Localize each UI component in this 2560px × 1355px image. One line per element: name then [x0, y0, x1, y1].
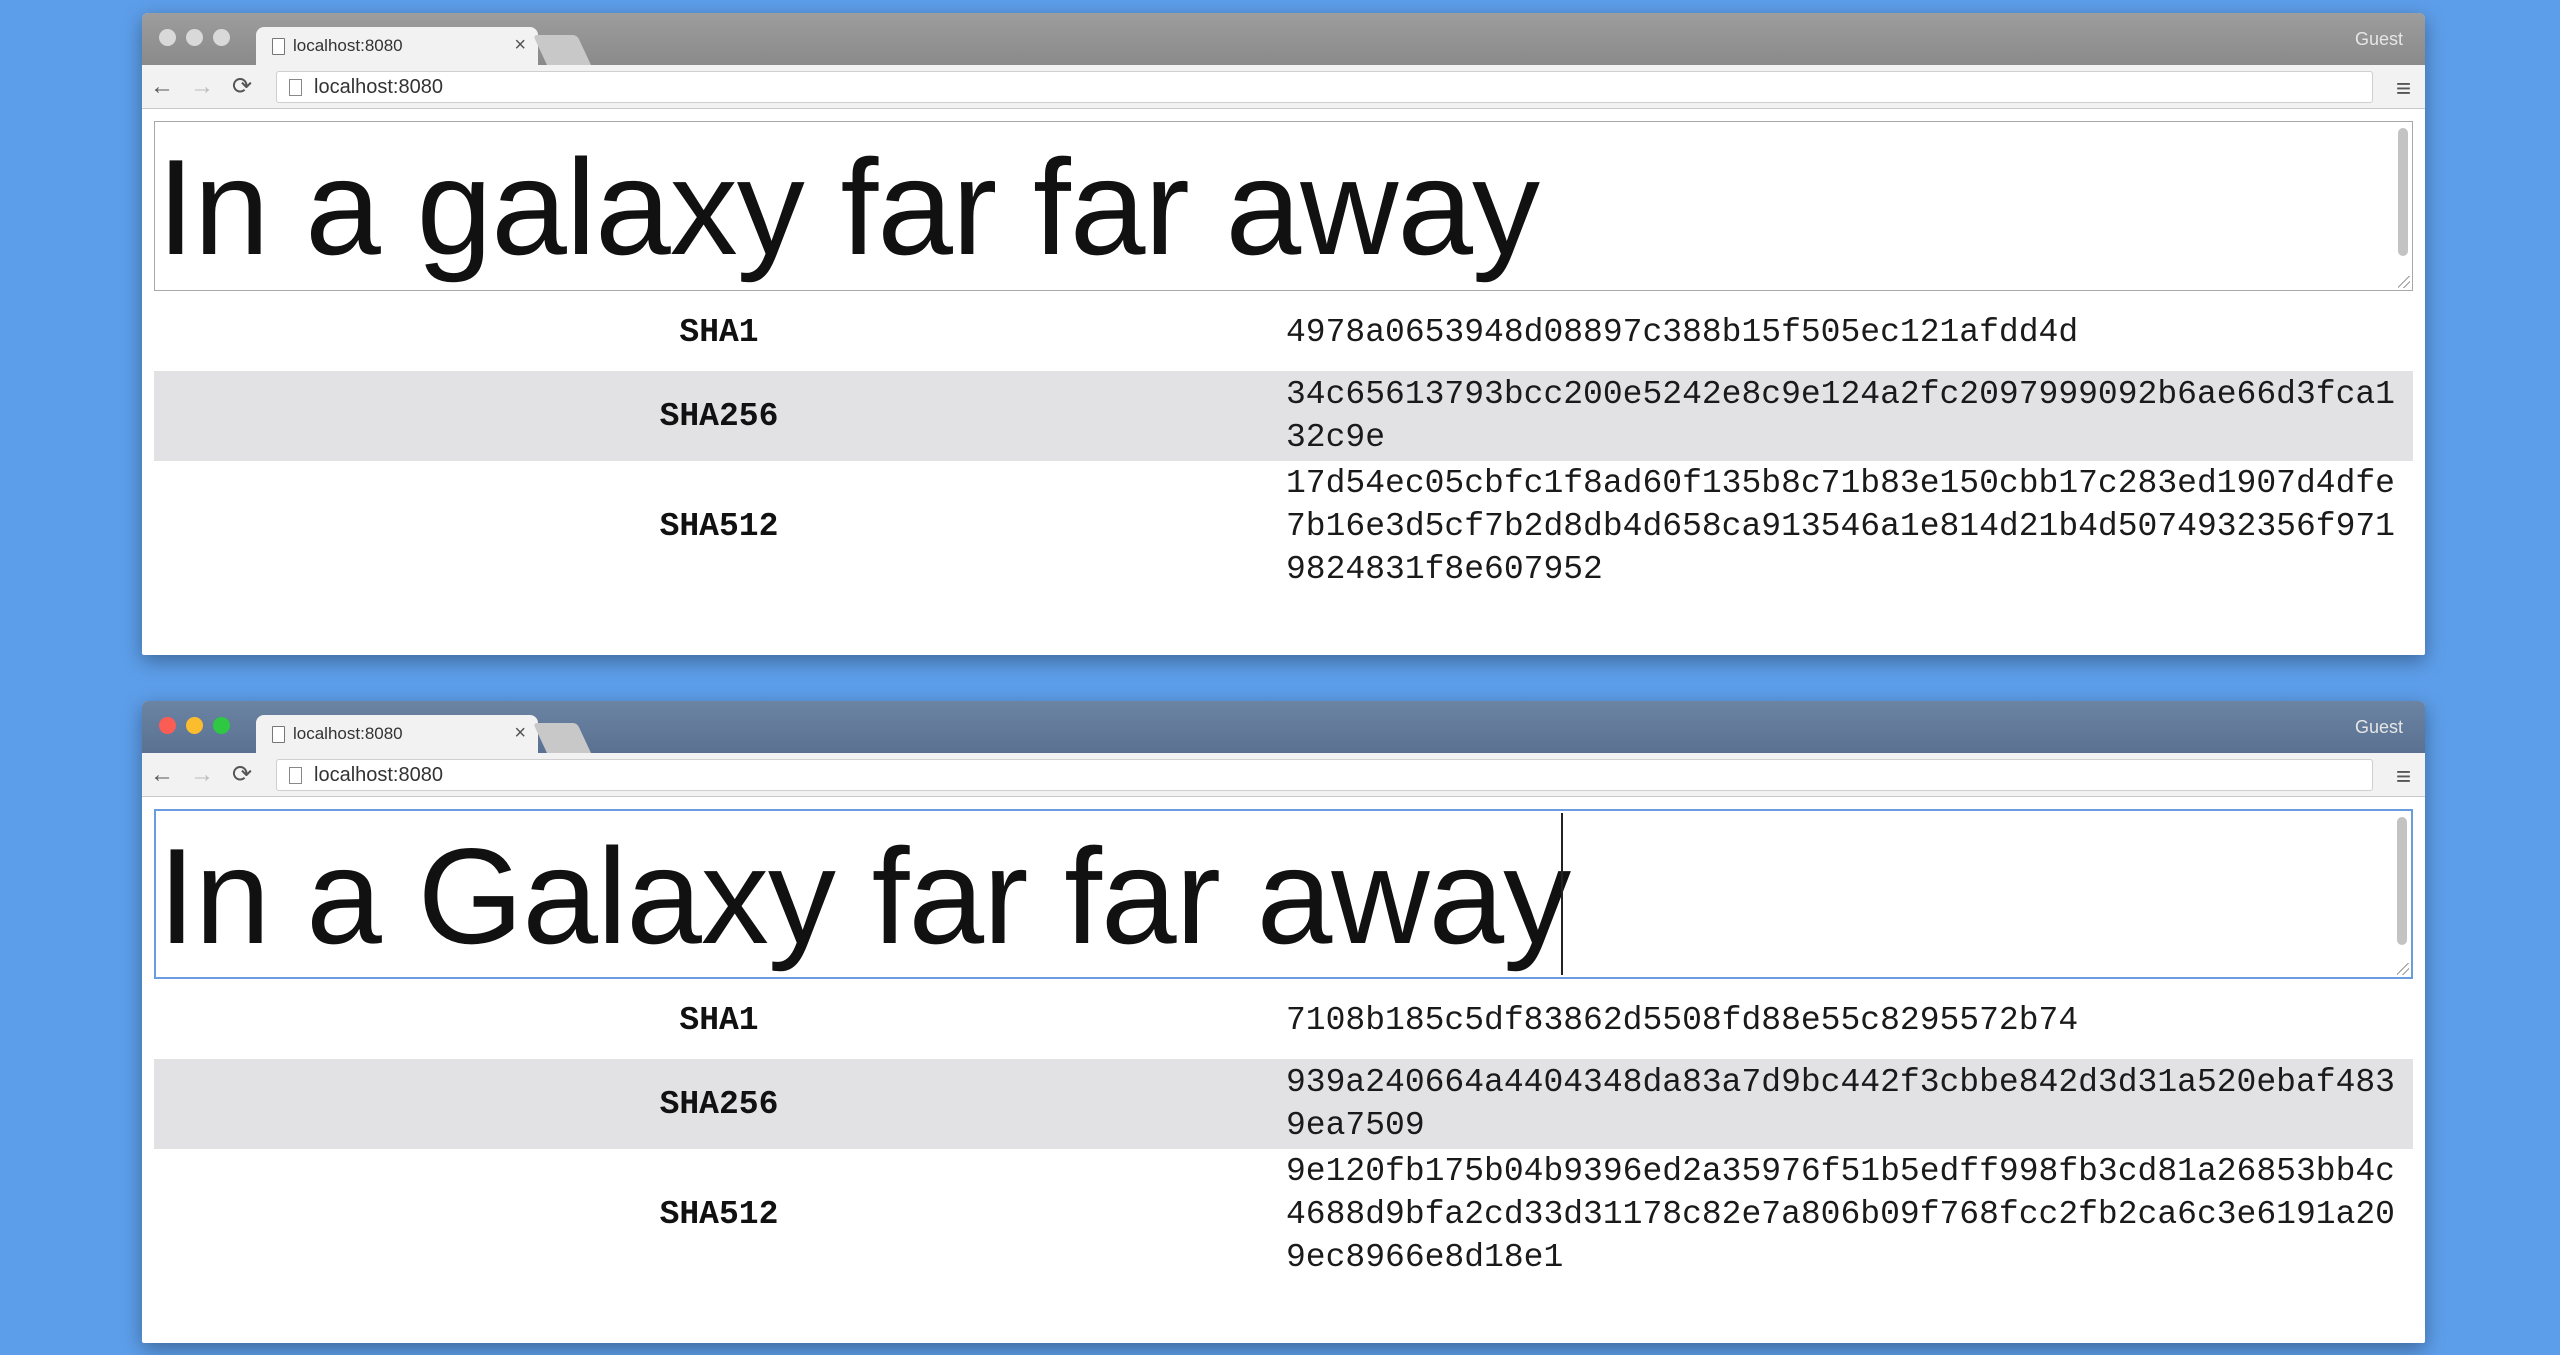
close-tab-icon[interactable]: × [514, 722, 526, 745]
algorithm-label: SHA256 [154, 371, 1284, 461]
algorithm-label: SHA256 [154, 1059, 1284, 1149]
guest-profile-label[interactable]: Guest [2355, 29, 2403, 50]
minimize-window-button[interactable] [186, 29, 203, 46]
table-row: SHA512 17d54ec05cbfc1f8ad60f135b8c71b83e… [154, 461, 2413, 591]
algorithm-label: SHA1 [679, 1001, 759, 1039]
textarea-scrollbar[interactable] [2398, 128, 2408, 256]
hash-table: SHA1 7108b185c5df83862d5508fd88e55c82955… [154, 981, 2413, 1279]
address-url: localhost:8080 [314, 75, 443, 98]
hash-value: 939a240664a4404348da83a7d9bc442f3cbbe842… [1284, 1059, 2413, 1149]
zoom-window-button[interactable] [213, 29, 230, 46]
browser-toolbar: ← → ⟳ localhost:8080 ≡ [142, 65, 2425, 109]
browser-window-inactive: localhost:8080 × Guest ← → ⟳ localhost:8… [142, 13, 2425, 655]
page-content: In a Galaxy far far away SHA1 7108b185c5… [142, 809, 2425, 1279]
hash-value: 4978a0653948d08897c388b15f505ec121afdd4d [1286, 313, 2079, 351]
browser-window-active: localhost:8080 × Guest ← → ⟳ localhost:8… [142, 701, 2425, 1343]
title-bar: localhost:8080 × Guest [142, 13, 2425, 65]
resize-grip-icon[interactable] [2398, 276, 2410, 288]
resize-grip-icon[interactable] [2397, 963, 2409, 975]
new-tab-button[interactable] [533, 723, 591, 753]
hash-value: 34c65613793bcc200e5242e8c9e124a2fc209799… [1284, 371, 2413, 461]
input-textarea-focused[interactable]: In a Galaxy far far away [154, 809, 2413, 979]
forward-arrow-icon[interactable]: → [182, 761, 222, 789]
close-window-button[interactable] [159, 717, 176, 734]
algorithm-label: SHA512 [659, 1195, 779, 1233]
tab-title: localhost:8080 [293, 36, 403, 55]
close-tab-icon[interactable]: × [514, 34, 526, 57]
table-row: SHA1 4978a0653948d08897c388b15f505ec121a… [154, 293, 2413, 371]
textarea-value: In a Galaxy far far away [158, 820, 1571, 972]
hash-value: 17d54ec05cbfc1f8ad60f135b8c71b83e150cbb1… [1286, 464, 2395, 588]
table-row: SHA1 7108b185c5df83862d5508fd88e55c82955… [154, 981, 2413, 1059]
text-caret [1561, 813, 1563, 975]
address-bar[interactable]: localhost:8080 [276, 759, 2373, 791]
table-row: SHA256 939a240664a4404348da83a7d9bc442f3… [154, 1059, 2413, 1149]
close-window-button[interactable] [159, 29, 176, 46]
browser-tab[interactable]: localhost:8080 × [256, 715, 538, 753]
browser-toolbar: ← → ⟳ localhost:8080 ≡ [142, 753, 2425, 797]
minimize-window-button[interactable] [186, 717, 203, 734]
zoom-window-button[interactable] [213, 717, 230, 734]
page-icon [289, 78, 302, 96]
textarea-value: In a galaxy far far away [157, 131, 1540, 283]
back-arrow-icon[interactable]: ← [142, 761, 182, 789]
hash-value: 9e120fb175b04b9396ed2a35976f51b5edff998f… [1286, 1152, 2395, 1276]
algorithm-label: SHA1 [679, 313, 759, 351]
input-textarea[interactable]: In a galaxy far far away [154, 121, 2413, 291]
page-content: In a galaxy far far away SHA1 4978a06539… [142, 121, 2425, 591]
reload-icon[interactable]: ⟳ [222, 72, 262, 101]
page-icon [289, 766, 302, 784]
title-bar: localhost:8080 × Guest [142, 701, 2425, 753]
guest-profile-label[interactable]: Guest [2355, 717, 2403, 738]
page-icon [272, 37, 285, 55]
new-tab-button[interactable] [533, 35, 591, 65]
hash-value: 7108b185c5df83862d5508fd88e55c8295572b74 [1286, 1001, 2079, 1039]
address-bar[interactable]: localhost:8080 [276, 71, 2373, 103]
browser-tab[interactable]: localhost:8080 × [256, 27, 538, 65]
window-controls [159, 717, 230, 734]
page-icon [272, 725, 285, 743]
table-row: SHA512 9e120fb175b04b9396ed2a35976f51b5e… [154, 1149, 2413, 1279]
tab-title: localhost:8080 [293, 724, 403, 743]
hash-table: SHA1 4978a0653948d08897c388b15f505ec121a… [154, 293, 2413, 591]
hamburger-menu-icon[interactable]: ≡ [2396, 73, 2411, 104]
hamburger-menu-icon[interactable]: ≡ [2396, 761, 2411, 792]
window-controls [159, 29, 230, 46]
back-arrow-icon[interactable]: ← [142, 73, 182, 101]
forward-arrow-icon[interactable]: → [182, 73, 222, 101]
table-row: SHA256 34c65613793bcc200e5242e8c9e124a2f… [154, 371, 2413, 461]
reload-icon[interactable]: ⟳ [222, 760, 262, 789]
algorithm-label: SHA512 [659, 507, 779, 545]
address-url: localhost:8080 [314, 763, 443, 786]
textarea-scrollbar[interactable] [2397, 817, 2407, 945]
